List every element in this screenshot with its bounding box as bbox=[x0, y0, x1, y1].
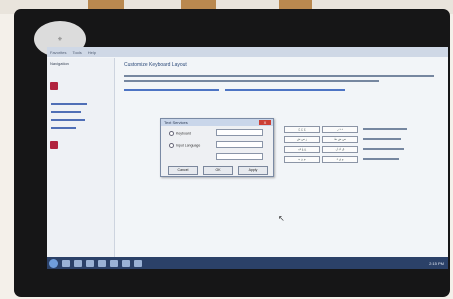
arabic-key-cell[interactable]: ز س ش bbox=[284, 136, 320, 143]
arabic-key-cell[interactable]: و ي ء bbox=[322, 156, 358, 163]
arabic-key-cell[interactable]: ق ك ل bbox=[322, 146, 358, 153]
text-line bbox=[363, 128, 407, 130]
radio-icon[interactable] bbox=[169, 143, 174, 148]
taskbar: 2:15 PM bbox=[47, 257, 448, 269]
sidebar-title: Navigation bbox=[50, 61, 69, 66]
ok-button[interactable]: OK bbox=[203, 166, 233, 175]
cancel-button[interactable]: Cancel bbox=[168, 166, 198, 175]
arabic-key-cell[interactable]: م ن ه bbox=[284, 156, 320, 163]
keyboard-row[interactable]: Keyboard bbox=[169, 131, 191, 136]
menu-item[interactable]: Tools bbox=[72, 50, 81, 55]
language-label: Input Language bbox=[176, 143, 201, 148]
language-row[interactable]: Input Language bbox=[169, 143, 200, 148]
radio-icon[interactable] bbox=[169, 131, 174, 136]
text-line bbox=[124, 80, 379, 82]
menu-item[interactable]: Help bbox=[88, 50, 96, 55]
app-menubar: Favorites Tools Help bbox=[47, 47, 448, 57]
dialog-input[interactable] bbox=[216, 129, 263, 136]
taskbar-clock: 2:15 PM bbox=[429, 260, 444, 266]
wood-slat bbox=[181, 0, 216, 9]
laptop-screen: Favorites Tools Help Navigation Customiz… bbox=[47, 47, 448, 269]
arabic-key-cell[interactable]: د ذ ر bbox=[322, 126, 358, 133]
taskbar-icon[interactable] bbox=[62, 259, 70, 267]
taskbar-icon[interactable] bbox=[74, 259, 82, 267]
arabic-key-cell[interactable]: ج ح خ bbox=[284, 126, 320, 133]
sidebar-link[interactable] bbox=[51, 111, 81, 113]
menu-item[interactable]: Favorites bbox=[50, 50, 66, 55]
settings-dialog: Text Services X Keyboard Input Language … bbox=[160, 118, 274, 177]
taskbar-icon[interactable] bbox=[110, 259, 118, 267]
text-line bbox=[124, 75, 434, 77]
dialog-titlebar: Text Services X bbox=[161, 119, 273, 126]
taskbar-icon[interactable] bbox=[86, 259, 94, 267]
taskbar-icon[interactable] bbox=[98, 259, 106, 267]
taskbar-icon[interactable] bbox=[122, 259, 130, 267]
dialog-input[interactable] bbox=[216, 141, 263, 148]
logo-graphic: ⚜ bbox=[57, 35, 63, 43]
left-sidebar: Navigation bbox=[47, 58, 115, 257]
start-button[interactable] bbox=[49, 258, 58, 268]
arrow-cursor-icon: ↖ bbox=[278, 214, 285, 223]
sidebar-link[interactable] bbox=[51, 103, 87, 105]
arabic-key-cell[interactable]: ص ض ط bbox=[322, 136, 358, 143]
page-heading: Customize Keyboard Layout bbox=[124, 62, 187, 68]
red-square-icon bbox=[50, 82, 58, 90]
close-button[interactable]: X bbox=[259, 120, 271, 125]
sidebar-link[interactable] bbox=[51, 127, 76, 129]
keyboard-label: Keyboard bbox=[176, 131, 191, 136]
text-line bbox=[363, 158, 399, 160]
wood-slat bbox=[88, 0, 124, 9]
help-link[interactable] bbox=[225, 89, 345, 91]
taskbar-icon[interactable] bbox=[134, 259, 142, 267]
main-content: Customize Keyboard Layout Text Services … bbox=[116, 58, 448, 257]
red-square-icon bbox=[50, 141, 58, 149]
wood-slat bbox=[279, 0, 312, 9]
sidebar-link[interactable] bbox=[51, 119, 85, 121]
text-line bbox=[363, 138, 401, 140]
help-link[interactable] bbox=[124, 89, 219, 91]
apply-button[interactable]: Apply bbox=[238, 166, 268, 175]
dialog-input[interactable] bbox=[216, 153, 263, 160]
arabic-key-cell[interactable]: ع غ ف bbox=[284, 146, 320, 153]
laptop-bezel: ⚜ Favorites Tools Help Navigation Custom… bbox=[14, 9, 450, 297]
text-line bbox=[363, 148, 404, 150]
dialog-title: Text Services bbox=[164, 120, 188, 125]
